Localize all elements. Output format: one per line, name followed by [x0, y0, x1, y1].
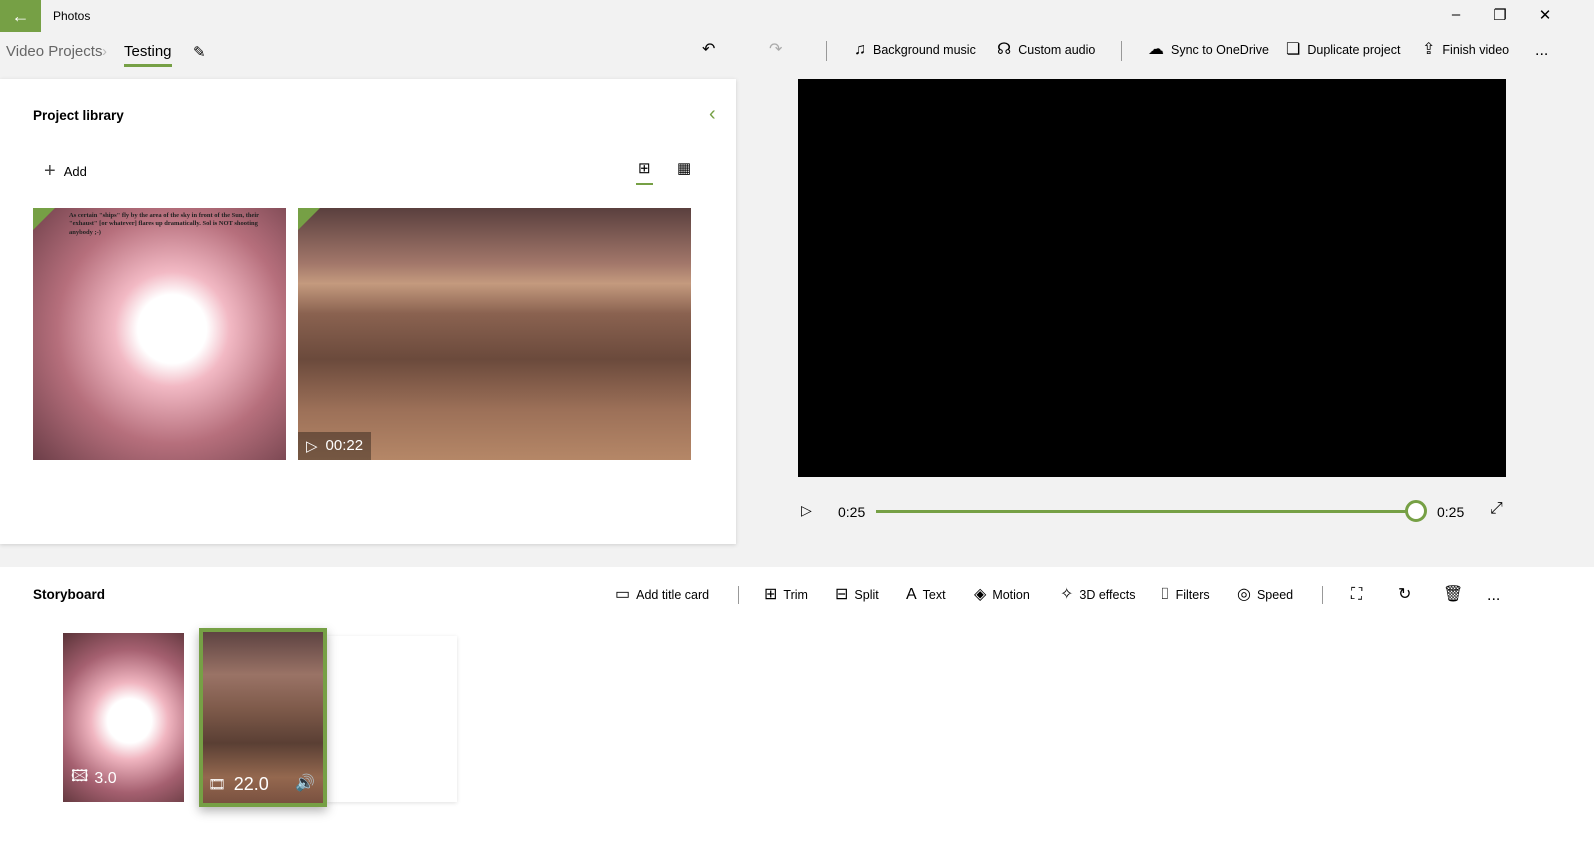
- close-button[interactable]: ✕: [1530, 6, 1560, 24]
- breadcrumb-video-projects[interactable]: Video Projects: [6, 43, 102, 60]
- share-icon: ⇪: [1422, 41, 1436, 58]
- text-icon: A: [906, 586, 917, 603]
- custom-audio-button[interactable]: ☊ Custom audio: [997, 42, 1095, 58]
- filters-brush-icon: ⌷: [1160, 586, 1170, 603]
- library-item-canyon-video[interactable]: ▷ 00:22: [298, 208, 691, 460]
- back-button[interactable]: ←: [0, 0, 41, 32]
- rename-pencil-icon[interactable]: ✎: [193, 43, 206, 61]
- film-icon: 🎞: [208, 776, 226, 792]
- fullscreen-expand-icon[interactable]: ⤢: [1490, 500, 1503, 518]
- seek-bar[interactable]: [876, 510, 1416, 513]
- library-title: Project library: [33, 108, 124, 123]
- duplicate-icon: ❏: [1286, 41, 1301, 58]
- trim-icon: ⊞: [764, 586, 778, 603]
- used-marker: [298, 208, 320, 230]
- collapse-chevron-icon[interactable]: ‹: [709, 103, 716, 126]
- breadcrumb-chevron-icon: ›: [102, 43, 107, 60]
- rotate-button[interactable]: ↻: [1398, 587, 1411, 603]
- add-title-card-button[interactable]: ▭ Add title card: [615, 587, 709, 603]
- resize-icon: ⛶: [1351, 586, 1363, 603]
- restore-button[interactable]: ❐: [1485, 6, 1515, 24]
- finish-video-button[interactable]: ⇪ Finish video: [1422, 42, 1509, 58]
- trim-button[interactable]: ⊞ Trim: [764, 587, 808, 603]
- motion-icon: ◈: [974, 586, 987, 603]
- more-button[interactable]: ...: [1535, 42, 1548, 60]
- volume-icon[interactable]: 🔊: [295, 773, 315, 793]
- duplicate-project-button[interactable]: ❏ Duplicate project: [1286, 42, 1400, 58]
- video-duration: 00:22: [325, 437, 364, 454]
- play-icon: ▷: [306, 438, 318, 455]
- divider: [826, 41, 827, 61]
- breadcrumb-current: Testing: [124, 43, 172, 67]
- 3d-effects-button[interactable]: ✧ 3D effects: [1060, 587, 1135, 603]
- app-title: Photos: [53, 9, 91, 23]
- divider: [1322, 586, 1323, 604]
- current-time: 0:25: [838, 504, 866, 520]
- redo-icon[interactable]: ↷: [769, 42, 782, 58]
- project-library-panel: Project library ‹ + Add ⊞ ▦ As certain "s…: [0, 79, 736, 544]
- delete-button[interactable]: 🗑: [1443, 587, 1463, 603]
- used-marker: [33, 208, 55, 230]
- filters-button[interactable]: ⌷ Filters: [1160, 587, 1210, 603]
- speed-button[interactable]: ◎ Speed: [1237, 587, 1293, 603]
- storyboard-empty-slot: [327, 636, 457, 802]
- split-icon: ⊟: [835, 586, 849, 603]
- image-icon: 🖾: [71, 768, 89, 785]
- divider: [1121, 41, 1122, 61]
- seek-thumb[interactable]: [1405, 500, 1427, 522]
- image-caption-text: As certain "ships" fly by the area of th…: [69, 212, 259, 236]
- motion-button[interactable]: ◈ Motion: [974, 587, 1030, 603]
- storyboard-more-button[interactable]: ...: [1487, 587, 1500, 605]
- minimize-button[interactable]: –: [1441, 6, 1471, 23]
- play-button[interactable]: ▷: [801, 502, 812, 519]
- plus-icon: +: [44, 160, 56, 182]
- resize-button[interactable]: ⛶: [1351, 587, 1362, 603]
- cloud-icon: ☁: [1148, 41, 1164, 58]
- sync-onedrive-button[interactable]: ☁ Sync to OneDrive: [1148, 42, 1269, 58]
- divider: [738, 586, 739, 604]
- total-time: 0:25: [1437, 504, 1465, 520]
- text-button[interactable]: A Text: [906, 587, 946, 603]
- trash-icon: 🗑: [1443, 586, 1464, 603]
- rotate-icon: ↻: [1398, 586, 1412, 603]
- 3d-effects-icon: ✧: [1060, 586, 1074, 603]
- split-button[interactable]: ⊟ Split: [835, 587, 879, 603]
- storyboard-clip-image[interactable]: 🖾 3.0: [63, 633, 184, 802]
- storyboard-clip-video-selected[interactable]: 🎞 22.0 🔊: [199, 628, 327, 807]
- large-grid-view-icon[interactable]: ⊞: [636, 159, 653, 185]
- undo-icon[interactable]: ↶: [702, 42, 715, 58]
- video-preview[interactable]: [798, 79, 1506, 477]
- add-button[interactable]: + Add: [44, 160, 87, 183]
- music-note-icon: ♫: [854, 41, 866, 58]
- small-grid-view-icon[interactable]: ▦: [677, 159, 691, 177]
- title-card-icon: ▭: [615, 586, 631, 603]
- back-arrow-icon: ←: [11, 5, 30, 26]
- background-music-button[interactable]: ♫ Background music: [854, 42, 976, 58]
- person-audio-icon: ☊: [997, 41, 1012, 58]
- speed-gauge-icon: ◎: [1237, 586, 1251, 603]
- storyboard-title: Storyboard: [33, 587, 106, 602]
- library-item-sun-image[interactable]: As certain "ships" fly by the area of th…: [33, 208, 286, 460]
